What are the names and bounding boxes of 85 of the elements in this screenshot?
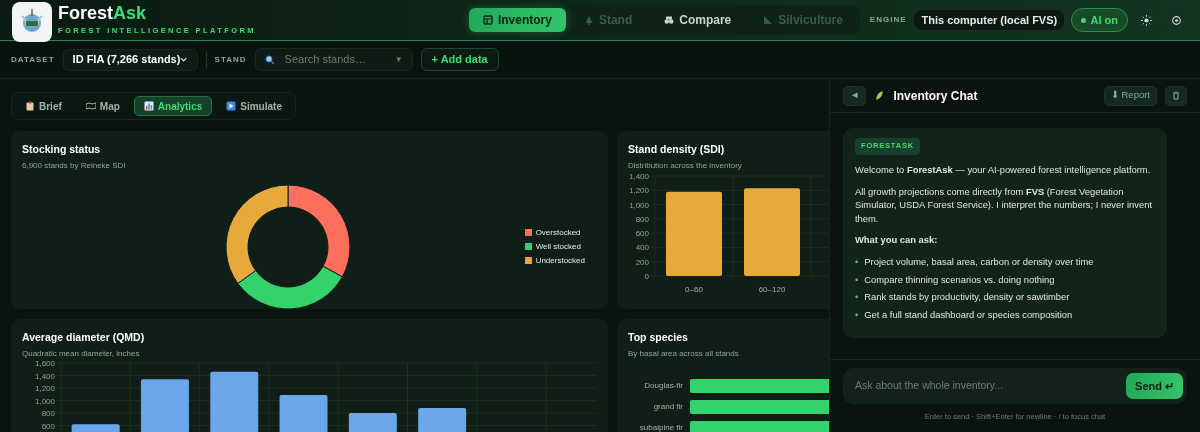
suggestion-item: Project volume, basal area, carbon or density over time — [864, 255, 1094, 269]
search-icon — [264, 54, 275, 65]
stand-label: STAND — [214, 53, 247, 66]
card-subtitle: Distribution across the inventory — [628, 159, 743, 172]
binoculars-icon — [664, 15, 675, 25]
card-title: Stocking status — [22, 142, 102, 157]
axis-tick-label: 800 — [41, 408, 55, 418]
delete-button[interactable] — [1165, 85, 1187, 106]
view-tab[interactable]: Analytics — [133, 96, 213, 116]
leaf-icon — [874, 90, 886, 101]
axis-tick-label: 1,200 — [628, 186, 649, 196]
triangle-ruler-icon — [763, 15, 774, 25]
bar — [140, 379, 189, 432]
ai-toggle[interactable]: AI on — [1070, 8, 1128, 32]
app-logo — [12, 1, 52, 42]
species-label: Douglas-fir — [643, 380, 683, 393]
axis-tick-label: 800 — [635, 214, 649, 224]
send-button[interactable]: Send ↵ — [1126, 372, 1183, 399]
bar — [279, 394, 328, 432]
axis-tick-label: 1,600 — [34, 359, 55, 368]
view-tab[interactable]: Map — [75, 96, 130, 116]
bullet: • — [855, 290, 859, 304]
dropdown-caret[interactable]: ▼ — [394, 53, 403, 66]
card-title: Stand density (SDI) — [628, 142, 726, 157]
bar — [210, 371, 259, 432]
collapse-button[interactable]: ◄ — [843, 85, 867, 106]
species-label: grand fir — [652, 401, 683, 414]
clipboard-icon — [25, 101, 35, 111]
nav-tab[interactable]: Inventory — [468, 8, 566, 32]
tree-icon — [583, 15, 594, 25]
message-paragraph: All growth projections come directly from FVS (Forest Vegetation Simulator, USDA Forest Service). I interpret the numbers; I never invent them. — [855, 184, 1153, 226]
bullet: • — [855, 272, 859, 287]
axis-tick-label: 600 — [41, 421, 55, 431]
message-paragraph: Welcome to ForestAsk — your AI-powered forest intelligence platform. — [855, 162, 1152, 177]
axis-tick-label: 1,000 — [628, 200, 649, 210]
species-label: subalpine fir — [638, 422, 683, 432]
report-button[interactable]: ⬇ Report — [1103, 85, 1157, 106]
engine-label: ENGINE — [869, 14, 907, 26]
bullet: • — [855, 255, 859, 269]
settings-icon — [1170, 14, 1182, 26]
bar-chart-icon — [143, 101, 154, 111]
axis-category-label: 0–60 — [685, 284, 703, 294]
card-subtitle: By basal area across all stands — [628, 347, 740, 360]
bar — [348, 412, 397, 432]
legend-label: Understocked — [535, 254, 585, 267]
play-icon — [226, 101, 237, 111]
axis-tick-label: 1,400 — [628, 171, 649, 181]
suggestion-item: Get a full stand dashboard or species composition — [864, 307, 1073, 322]
bar — [71, 424, 120, 432]
legend-label: Overstocked — [535, 226, 581, 239]
theme-toggle-button[interactable] — [1134, 8, 1158, 32]
dataset-label: DATASET — [11, 53, 55, 66]
card-title: Average diameter (QMD) — [22, 330, 146, 345]
add-data-button[interactable]: + Add data — [420, 48, 499, 71]
suggestion-item: Compare thinning scenarios vs. doing nothing — [864, 272, 1055, 287]
trash-icon — [1172, 91, 1180, 100]
suggestion-item: Rank stands by productivity, density or sawtimber — [864, 290, 1070, 304]
bar — [418, 407, 467, 432]
nav-tab[interactable]: Compare — [650, 8, 746, 32]
view-tab[interactable]: Brief — [15, 96, 72, 116]
axis-tick-label: 600 — [635, 228, 649, 238]
card-title: Top species — [628, 330, 689, 345]
map-icon — [85, 101, 96, 111]
card-subtitle: Quadratic mean diameter, inches — [22, 347, 141, 360]
message-heading: What you can ask: — [855, 233, 939, 247]
legend-label: Well stocked — [535, 240, 581, 253]
chevron-down-icon — [180, 56, 188, 63]
sun-icon — [1140, 14, 1152, 26]
view-tab[interactable]: Simulate — [216, 96, 292, 116]
table-icon — [482, 15, 493, 25]
app-name: ForestAsk — [58, 3, 148, 22]
chat-title: Inventory Chat — [893, 87, 978, 105]
axis-tick-label: 1,400 — [34, 371, 55, 381]
engine-select[interactable]: This computer (local FVS) — [912, 9, 1065, 31]
axis-tick-label: 1,000 — [34, 396, 55, 406]
stand-search-field[interactable]: Search stands… ▼ — [254, 48, 413, 71]
dataset-select[interactable]: ID FIA (7,266 stands) — [62, 48, 198, 71]
bullet: • — [855, 307, 859, 322]
axis-tick-label: 0 — [644, 271, 649, 281]
axis-tick-label: 200 — [635, 257, 649, 267]
chat-input-field[interactable]: Ask about the whole inventory... Send ↵ — [843, 367, 1187, 404]
axis-tick-label: 400 — [635, 243, 649, 253]
card-subtitle: 6,900 stands by Reineke SDI — [22, 159, 127, 172]
axis-tick-label: 1,200 — [34, 383, 55, 393]
axis-category-label: 60–120 — [758, 284, 786, 294]
